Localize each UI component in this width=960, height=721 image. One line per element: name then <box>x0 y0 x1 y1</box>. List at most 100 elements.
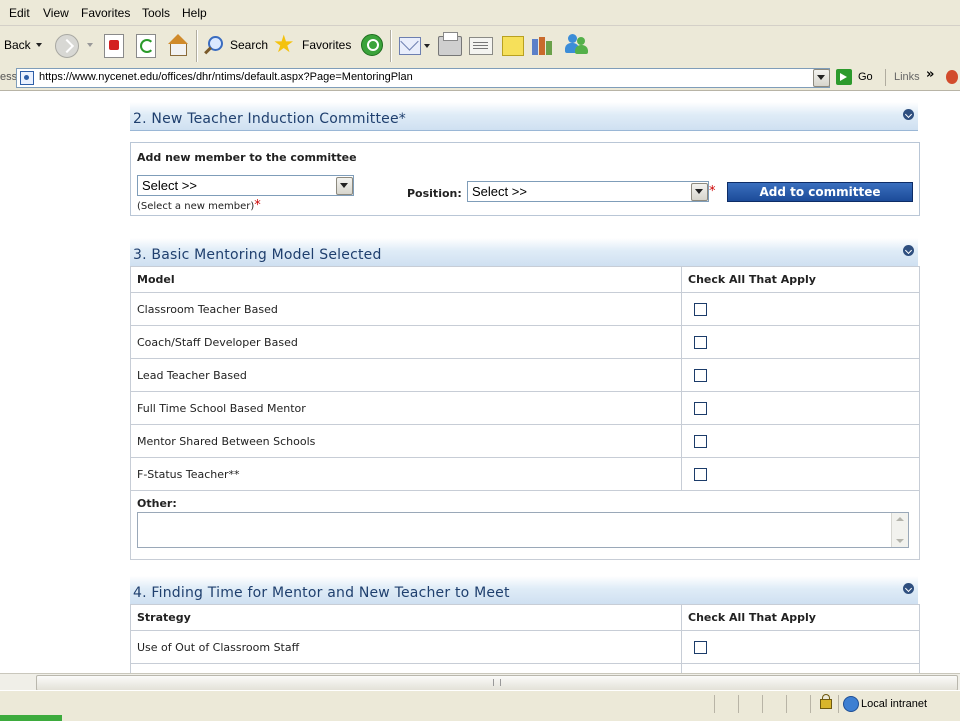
menu-edit[interactable]: Edit <box>9 6 30 20</box>
section-2-title: 2. New Teacher Induction Committee* <box>133 111 406 127</box>
checkbox-cell <box>681 457 920 491</box>
zone-label: Local intranet <box>861 698 928 710</box>
section-4-header: 4. Finding Time for Mentor and New Teach… <box>130 576 918 605</box>
print-icon[interactable] <box>438 32 462 56</box>
committee-panel: Add new member to the committee Select >… <box>130 142 920 216</box>
intranet-globe-icon <box>843 696 859 712</box>
section-4-title: 4. Finding Time for Mentor and New Teach… <box>133 585 510 601</box>
horizontal-scrollbar[interactable] <box>0 673 960 691</box>
home-icon[interactable] <box>166 34 190 56</box>
refresh-icon[interactable] <box>136 34 156 58</box>
favorites-button[interactable]: Favorites <box>302 38 351 52</box>
scrollbar-thumb[interactable] <box>36 675 958 691</box>
strategy-table: Strategy Check All That Apply Use of Out… <box>130 604 920 673</box>
checkbox[interactable] <box>694 368 707 382</box>
search-icon[interactable] <box>203 35 225 57</box>
table-header-row: Model Check All That Apply <box>130 266 920 293</box>
stop-icon[interactable] <box>104 34 124 58</box>
status-divider <box>738 695 739 713</box>
checkbox-cell <box>681 630 920 664</box>
section-3-title: 3. Basic Mentoring Model Selected <box>133 247 382 263</box>
checkbox[interactable] <box>694 434 707 448</box>
edit-icon[interactable] <box>469 37 493 55</box>
position-select[interactable]: Select >> <box>467 181 709 202</box>
page-icon <box>20 71 34 85</box>
other-label: Other: <box>137 497 177 510</box>
checkbox[interactable] <box>694 401 707 415</box>
menu-view[interactable]: View <box>43 6 69 20</box>
position-select-value: Select >> <box>472 184 527 199</box>
checkbox[interactable] <box>694 302 707 316</box>
mail-dropdown-icon[interactable] <box>424 44 430 48</box>
mentoring-model-table: Model Check All That Apply Classroom Tea… <box>130 266 920 560</box>
back-button[interactable]: Back <box>4 38 31 52</box>
add-member-label: Add new member to the committee <box>137 151 357 164</box>
position-select-dropdown-icon[interactable] <box>691 183 708 201</box>
collapse-icon[interactable] <box>903 245 914 256</box>
textarea-scrollbar[interactable] <box>891 513 908 547</box>
favorites-star-icon[interactable]: ★ <box>273 31 295 57</box>
links-item-icon[interactable] <box>946 70 958 84</box>
search-button[interactable]: Search <box>230 38 268 52</box>
column-header-model: Model <box>130 266 682 293</box>
checkbox-cell <box>681 358 920 392</box>
table-row: Full Time School Based Mentor <box>130 391 920 425</box>
column-header-strategy: Strategy <box>130 604 682 631</box>
go-button[interactable]: Go <box>858 71 873 83</box>
checkbox[interactable] <box>694 335 707 349</box>
research-icon[interactable] <box>532 35 554 55</box>
status-bar: Local intranet <box>0 690 960 721</box>
other-textarea[interactable] <box>137 512 909 548</box>
history-icon[interactable] <box>361 34 383 56</box>
member-select-dropdown-icon[interactable] <box>336 177 353 195</box>
links-overflow-icon[interactable]: » <box>926 67 934 82</box>
position-required-mark: * <box>709 184 716 199</box>
member-hint: (Select a new member)* <box>137 198 261 213</box>
table-row: Coach/Staff Developer Based <box>130 325 920 359</box>
menu-tools[interactable]: Tools <box>142 6 170 20</box>
status-divider <box>786 695 787 713</box>
menu-favorites[interactable]: Favorites <box>81 6 130 20</box>
member-select-value: Select >> <box>142 178 197 193</box>
address-separator <box>885 69 886 86</box>
status-divider <box>810 695 811 713</box>
checkbox-cell <box>681 663 920 673</box>
mail-icon[interactable] <box>399 32 421 55</box>
checkbox-cell <box>681 325 920 359</box>
section-3-header: 3. Basic Mentoring Model Selected <box>130 238 918 267</box>
address-input[interactable]: https://www.nycenet.edu/offices/dhr/ntim… <box>16 68 830 88</box>
back-dropdown-icon[interactable] <box>36 43 42 47</box>
checkbox-cell <box>681 424 920 458</box>
go-arrow-icon[interactable] <box>836 69 852 85</box>
toolbar-separator <box>196 30 198 62</box>
start-button-edge[interactable] <box>0 715 62 721</box>
forward-dropdown-icon[interactable] <box>87 43 93 47</box>
checkbox[interactable] <box>694 640 707 654</box>
grip-icon <box>493 679 501 686</box>
add-to-committee-button[interactable]: Add to committee <box>727 182 913 202</box>
forward-icon[interactable] <box>55 34 79 58</box>
address-dropdown-button[interactable] <box>813 69 830 87</box>
collapse-icon[interactable] <box>903 109 914 120</box>
table-row: Lead Teacher Based <box>130 358 920 392</box>
menu-help[interactable]: Help <box>182 6 207 20</box>
status-divider <box>762 695 763 713</box>
member-select[interactable]: Select >> <box>137 175 354 196</box>
status-divider <box>838 695 839 713</box>
address-url[interactable]: https://www.nycenet.edu/offices/dhr/ntim… <box>39 71 413 83</box>
other-cell: Other: <box>130 490 920 560</box>
toolbar: Back Search ★ Favorites <box>0 26 960 67</box>
table-row <box>130 663 920 673</box>
note-icon[interactable] <box>502 36 524 56</box>
collapse-icon[interactable] <box>903 583 914 594</box>
links-label[interactable]: Links <box>894 71 920 83</box>
status-divider <box>714 695 715 713</box>
messenger-icon[interactable] <box>564 34 590 56</box>
toolbar-separator <box>390 30 392 62</box>
checkbox[interactable] <box>694 467 707 481</box>
table-row: Use of Out of Classroom Staff <box>130 630 920 664</box>
model-name: Coach/Staff Developer Based <box>130 325 682 359</box>
model-name: F-Status Teacher** <box>130 457 682 491</box>
model-name: Classroom Teacher Based <box>130 292 682 326</box>
position-label: Position: <box>407 187 462 200</box>
